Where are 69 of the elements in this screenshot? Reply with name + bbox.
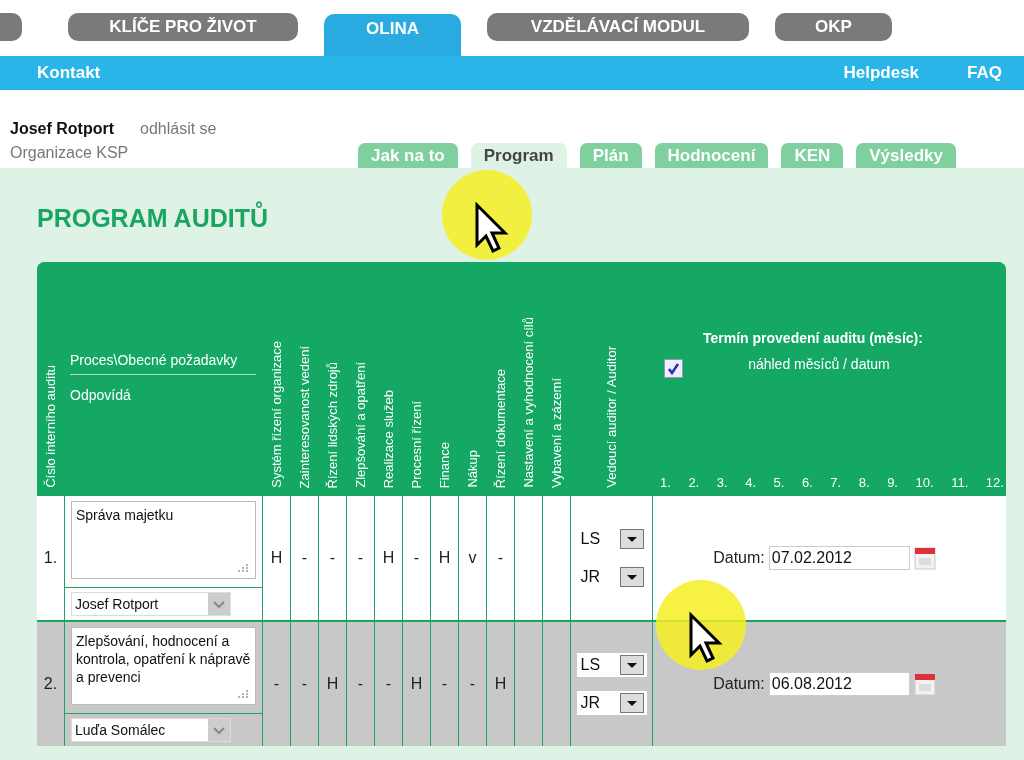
month-label: 4. [745, 475, 756, 490]
table-cell: - [290, 494, 318, 620]
dropdown-button[interactable] [619, 655, 644, 675]
logout-link[interactable]: odhlásit se [140, 120, 217, 137]
chevron-icon [208, 593, 230, 615]
date-label: Datum: [713, 675, 765, 693]
checkbox-label: náhled měsíců / datum [748, 356, 890, 372]
column-header: Odpovídá [70, 387, 132, 405]
table-cell: H [486, 620, 514, 746]
calendar-icon[interactable] [913, 546, 936, 570]
process-field[interactable]: Správa majetku [71, 501, 256, 579]
table-cell: H [374, 494, 402, 620]
cursor-highlight-icon [442, 170, 532, 260]
process-field[interactable]: Zlepšování, hodnocení a kontrola, opatření k nápravě a prevenci [71, 627, 256, 705]
dropdown-button[interactable] [619, 567, 644, 587]
column-header: Proces\Obecné požadavky [70, 352, 256, 375]
table-cell: - [430, 620, 458, 746]
table-cell: - [402, 494, 430, 620]
organization-name: Organizace KSP [10, 144, 130, 162]
dropdown-button[interactable] [619, 693, 644, 713]
month-label: 5. [773, 475, 785, 490]
month-label: 10. [915, 475, 934, 490]
month-label: 8. [858, 475, 870, 490]
table-cell: H [262, 494, 290, 620]
date-field[interactable]: 07.02.2012 [768, 546, 910, 570]
table-cell: - [486, 494, 514, 620]
toggle-checkbox[interactable] [664, 359, 683, 378]
date-field[interactable]: 06.08.2012 [768, 672, 910, 696]
resize-grip-icon [237, 689, 249, 699]
month-label: 6. [801, 475, 813, 490]
resize-grip-icon [237, 563, 249, 573]
checkmark-icon [667, 362, 680, 375]
responsible-select[interactable]: Luďa Somálec [71, 718, 231, 742]
calendar-icon[interactable] [913, 672, 936, 696]
table-cell: - [262, 620, 290, 746]
nav-tab[interactable] [0, 13, 22, 41]
table-cell: H [318, 620, 346, 746]
month-label: 1. [660, 475, 671, 490]
table-cell: - [346, 494, 374, 620]
row-number: 2. [37, 620, 64, 746]
month-label: 9. [887, 475, 898, 490]
month-label: 7. [830, 475, 842, 490]
responsible-select[interactable]: Josef Rotport [71, 592, 231, 616]
table-cell: - [290, 620, 318, 746]
section-tab[interactable]: Program [470, 143, 567, 168]
chevron-icon [208, 719, 230, 741]
table-cell: - [458, 620, 486, 746]
table-cell: - [318, 494, 346, 620]
dropdown-button[interactable] [619, 529, 644, 549]
table-cell: - [346, 620, 374, 746]
month-label: 11. [951, 475, 969, 490]
nav-tab[interactable]: KLÍČE PRO ŽIVOT [68, 13, 298, 41]
nav-tab[interactable]: OLINA [324, 14, 461, 56]
month-label: 12. [985, 475, 1004, 490]
row-number: 1. [37, 494, 64, 620]
table-cell: H [402, 620, 430, 746]
auditor-select[interactable]: JR [576, 691, 647, 715]
table-cell: H [430, 494, 458, 620]
user-name: Josef Rotport [10, 120, 114, 137]
column-header: Termín provedení auditu (měsíc): [703, 330, 923, 346]
nav-tab[interactable]: OKP [775, 13, 892, 41]
auditor-select[interactable]: LS [576, 653, 647, 677]
month-label: 2. [688, 475, 700, 490]
table-cell: v [458, 494, 486, 620]
page-title: PROGRAM AUDITŮ [37, 168, 268, 262]
table-cell: - [374, 620, 402, 746]
month-label: 3. [716, 475, 728, 490]
date-label: Datum: [713, 549, 765, 567]
nav-tab[interactable]: VZDĚLÁVACÍ MODUL [487, 13, 749, 41]
